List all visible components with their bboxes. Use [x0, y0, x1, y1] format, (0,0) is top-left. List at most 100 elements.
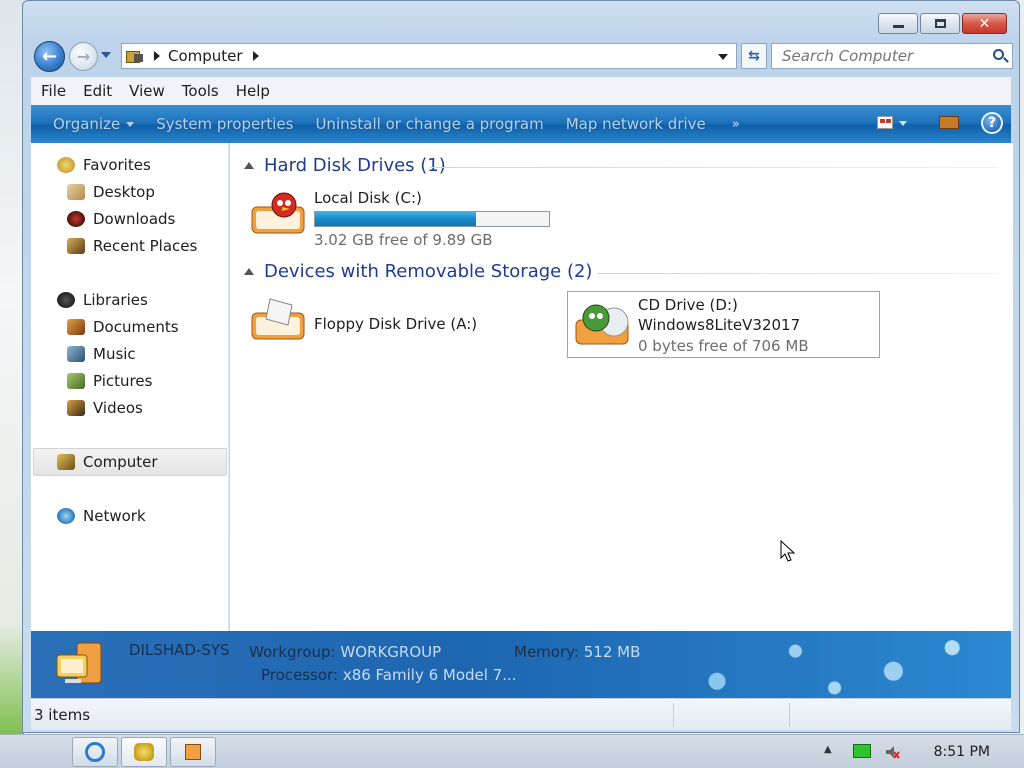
forward-button[interactable]: →: [69, 42, 98, 71]
menu-file[interactable]: File: [41, 82, 66, 100]
workgroup-label: Workgroup:: [249, 643, 336, 661]
disk-usage-fill: [315, 212, 477, 226]
address-bar[interactable]: Computer: [121, 43, 737, 69]
taskbar-media-player[interactable]: [170, 737, 216, 767]
menu-bar: File Edit View Tools Help: [31, 77, 1011, 105]
menu-edit[interactable]: Edit: [83, 82, 112, 100]
nav-pictures[interactable]: Pictures: [67, 372, 152, 390]
nav-recent-places[interactable]: Recent Places: [67, 237, 197, 255]
maximize-button[interactable]: [920, 13, 960, 34]
processor-info: Processor: x86 Family 6 Model 7...: [261, 666, 517, 684]
network-icon: [57, 508, 75, 524]
nav-favorites[interactable]: Favorites: [57, 156, 151, 174]
volume-muted-icon[interactable]: [884, 744, 900, 760]
change-view-icon[interactable]: [877, 116, 893, 129]
breadcrumb-computer[interactable]: Computer: [168, 47, 243, 65]
search-input[interactable]: [772, 44, 982, 68]
search-box[interactable]: [771, 43, 1013, 69]
nav-videos[interactable]: Videos: [67, 399, 143, 417]
taskbar: ▲ 8:51 PM: [0, 734, 1024, 768]
star-icon: [57, 157, 75, 173]
map-network-drive-button[interactable]: Map network drive: [566, 115, 706, 133]
nav-pictures-label: Pictures: [93, 372, 153, 390]
more-commands-button[interactable]: »: [732, 117, 740, 132]
drive-free-space: 3.02 GB free of 9.89 GB: [314, 231, 493, 249]
group-header-removable-storage[interactable]: Devices with Removable Storage (2): [244, 261, 592, 282]
drive-name: Floppy Disk Drive (A:): [314, 315, 478, 333]
explorer-window: ✕ ← → Computer ⇆ File Edit View Tools He…: [22, 0, 1020, 733]
memory-info: Memory: 512 MB: [514, 643, 640, 661]
nav-network-label: Network: [83, 507, 146, 525]
uninstall-program-button[interactable]: Uninstall or change a program: [315, 115, 543, 133]
workgroup-value: WORKGROUP: [340, 643, 442, 661]
organize-button[interactable]: Organize: [53, 115, 135, 133]
pictures-icon: [67, 373, 85, 389]
nav-computer[interactable]: Computer: [57, 453, 158, 471]
menu-tools[interactable]: Tools: [182, 82, 219, 100]
forward-arrow-icon: →: [76, 47, 91, 66]
chevron-down-icon: [126, 122, 135, 127]
show-hidden-icons-icon[interactable]: ▲: [824, 744, 832, 755]
refresh-icon: ⇆: [748, 48, 760, 64]
system-properties-button[interactable]: System properties: [156, 115, 293, 133]
maximize-icon: [934, 19, 946, 28]
details-pane: DILSHAD-SYS Workgroup: WORKGROUP Memory:…: [31, 631, 1011, 698]
item-count: 3 items: [34, 705, 91, 724]
drive-floppy-a[interactable]: Floppy Disk Drive (A:): [248, 293, 548, 353]
content-pane: Hard Disk Drives (1) Local Disk (C:) 3.0…: [230, 143, 1013, 631]
nav-desktop-label: Desktop: [93, 183, 155, 201]
processor-label: Processor:: [261, 666, 339, 684]
drive-name: Local Disk (C:): [314, 189, 422, 207]
libraries-icon: [57, 292, 75, 308]
command-bar: Organize System properties Uninstall or …: [31, 105, 1011, 143]
navigation-bar: ← → Computer ⇆: [31, 39, 1013, 73]
documents-icon: [67, 319, 85, 335]
nav-network[interactable]: Network: [57, 507, 146, 525]
disk-usage-bar: [314, 211, 550, 227]
computer-icon: [126, 49, 144, 63]
nav-music-label: Music: [93, 345, 136, 363]
nav-libraries[interactable]: Libraries: [57, 291, 148, 309]
address-dropdown-icon[interactable]: [718, 54, 728, 60]
internet-explorer-icon: [85, 742, 105, 762]
navigation-pane: Favorites Desktop Downloads Recent Place…: [31, 143, 229, 631]
breadcrumb-separator-icon[interactable]: [154, 51, 160, 61]
memory-label: Memory:: [514, 643, 579, 661]
group-divider: [430, 167, 998, 168]
menu-help[interactable]: Help: [236, 82, 270, 100]
collapse-icon: [244, 268, 254, 275]
refresh-button[interactable]: ⇆: [741, 43, 767, 69]
search-icon[interactable]: [993, 49, 1004, 60]
organize-label: Organize: [53, 115, 121, 133]
nav-desktop[interactable]: Desktop: [67, 183, 155, 201]
status-bar: 3 items: [31, 698, 1011, 730]
close-button[interactable]: ✕: [962, 13, 1007, 34]
status-divider: [673, 703, 674, 727]
view-options-dropdown-icon[interactable]: [899, 121, 907, 126]
taskbar-internet-explorer[interactable]: [72, 737, 118, 767]
recent-places-icon: [67, 238, 85, 254]
nav-music[interactable]: Music: [67, 345, 136, 363]
network-status-icon[interactable]: [853, 744, 871, 758]
cd-drive-icon: [575, 304, 629, 345]
clock[interactable]: 8:51 PM: [934, 744, 990, 760]
preview-pane-icon[interactable]: [939, 116, 959, 129]
minimize-icon: [892, 25, 904, 28]
workgroup-info: Workgroup: WORKGROUP: [249, 643, 441, 661]
nav-computer-label: Computer: [83, 453, 158, 471]
nav-downloads[interactable]: Downloads: [67, 210, 175, 228]
nav-documents[interactable]: Documents: [67, 318, 179, 336]
breadcrumb-separator-icon[interactable]: [252, 51, 259, 61]
back-button[interactable]: ←: [34, 41, 65, 72]
recent-pages-dropdown[interactable]: [101, 52, 111, 58]
minimize-button[interactable]: [878, 13, 918, 34]
drive-cd-d[interactable]: CD Drive (D:) Windows8LiteV32017 0 bytes…: [567, 291, 880, 358]
memory-value: 512 MB: [583, 643, 641, 661]
nav-favorites-label: Favorites: [83, 156, 151, 174]
group-header-hard-disk-drives[interactable]: Hard Disk Drives (1): [244, 155, 446, 176]
caption-buttons: ✕: [878, 13, 1007, 34]
drive-local-disk-c[interactable]: Local Disk (C:) 3.02 GB free of 9.89 GB: [248, 187, 568, 249]
help-button[interactable]: ?: [981, 112, 1003, 134]
menu-view[interactable]: View: [129, 82, 165, 100]
taskbar-explorer[interactable]: [121, 737, 167, 767]
